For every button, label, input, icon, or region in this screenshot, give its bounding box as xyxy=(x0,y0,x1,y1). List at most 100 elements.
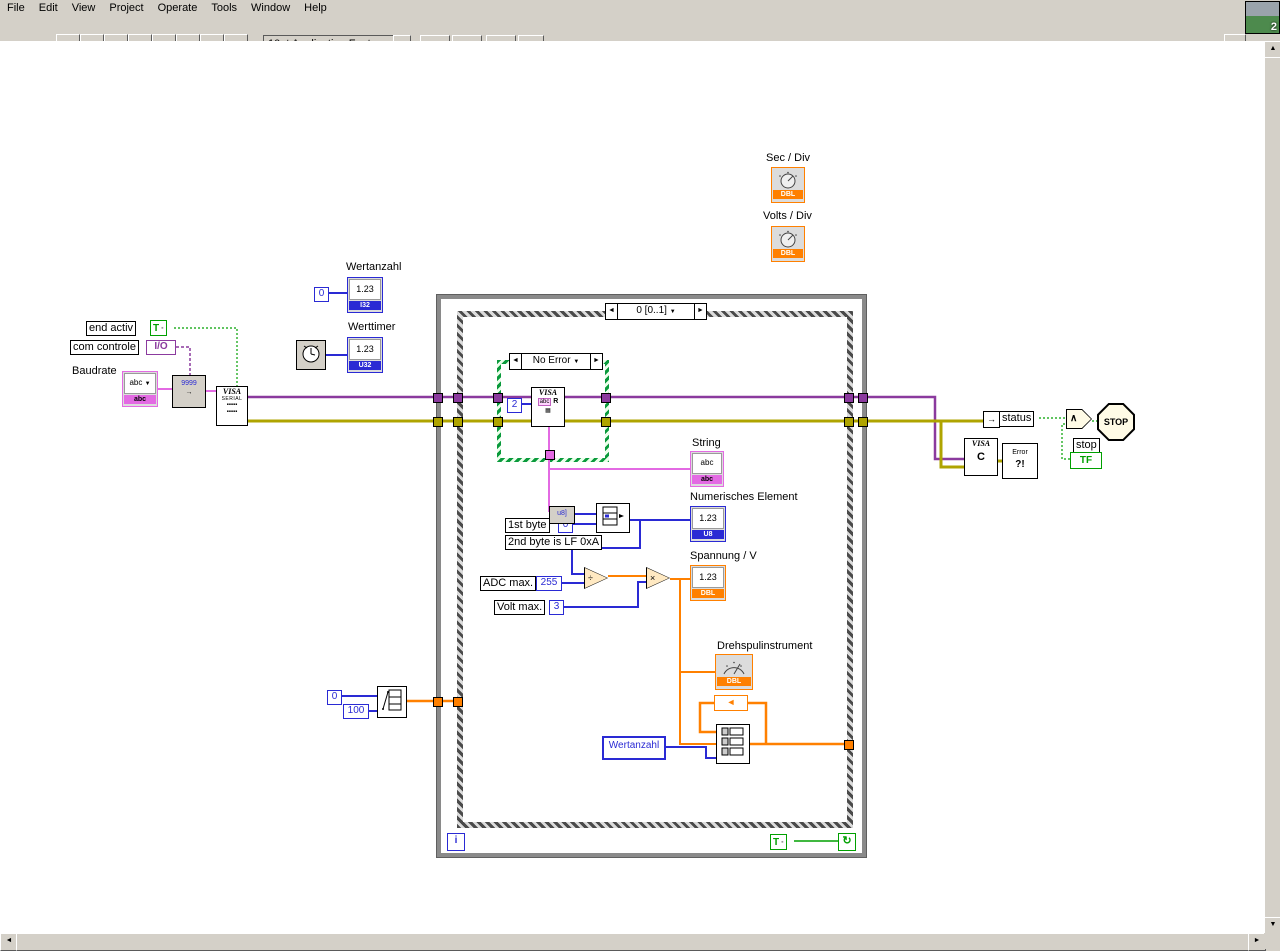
stop-function-node[interactable]: STOP xyxy=(1097,403,1135,441)
volts-div-knob-terminal[interactable]: DBL xyxy=(771,226,805,262)
terminal-value: abc xyxy=(692,453,722,474)
tunnel-visa[interactable] xyxy=(453,393,463,403)
byte-count-constant[interactable]: 2 xyxy=(507,398,522,413)
string-to-byte-array-node[interactable]: u8] xyxy=(549,506,575,524)
case-selector[interactable]: ◄ No Error ▼ ► xyxy=(509,353,603,370)
wertanzahl-local-variable[interactable]: Wertanzahl xyxy=(602,736,666,760)
loop-condition-terminal[interactable]: ↻ xyxy=(838,833,856,851)
visa-logo: VISA xyxy=(222,387,242,396)
tunnel-error[interactable] xyxy=(453,417,463,427)
iteration-terminal[interactable]: i xyxy=(447,833,465,851)
error-handler-node[interactable]: Error ?! xyxy=(1002,443,1038,479)
index-array-node[interactable] xyxy=(596,503,630,533)
drehspul-label: Drehspulinstrument xyxy=(717,640,813,652)
sec-div-knob-terminal[interactable]: DBL xyxy=(771,167,805,203)
vi-icon-badge: 2 xyxy=(1270,21,1277,33)
menu-file[interactable]: File xyxy=(0,0,32,16)
volts-div-label: Volts / Div xyxy=(763,210,812,222)
menu-edit[interactable]: Edit xyxy=(32,0,65,16)
baudrate-label: Baudrate xyxy=(72,365,117,377)
tunnel-visa[interactable] xyxy=(493,393,503,403)
feedback-node[interactable]: ◄ xyxy=(714,695,748,711)
visa-read-glyph: abc R xyxy=(537,398,559,406)
tunnel-array[interactable] xyxy=(844,740,854,750)
baudrate-ring-terminal[interactable]: abc ▼ abc xyxy=(122,371,158,407)
format-node[interactable]: 9999 → xyxy=(172,375,206,408)
case-prev-arrow[interactable]: ◄ xyxy=(510,354,521,369)
gauge-icon xyxy=(717,656,751,677)
visa-close-node[interactable]: VISA C xyxy=(964,438,998,476)
tunnel-visa[interactable] xyxy=(858,393,868,403)
divide-icon: ÷ xyxy=(585,568,607,588)
werttimer-indicator-terminal[interactable]: 1.23 U32 xyxy=(347,337,383,373)
tunnel-visa[interactable] xyxy=(433,393,443,403)
menu-view[interactable]: View xyxy=(65,0,103,16)
knob-icon xyxy=(773,169,803,190)
numeric-indicator-terminal[interactable]: 1.23 U8 xyxy=(690,506,726,542)
multiply-node[interactable]: × xyxy=(646,567,670,589)
werttimer-label: Werttimer xyxy=(348,321,396,333)
visa-configure-serial-node[interactable]: VISA SERIAL ▪▪▪▪▪ ▪▪▪▪▪ xyxy=(216,386,248,426)
terminal-type-strip: U32 xyxy=(349,361,381,370)
ramp-count-constant[interactable]: 100 xyxy=(343,704,369,719)
register-icon: ▦ xyxy=(545,408,551,414)
tunnel-ramp[interactable] xyxy=(433,697,443,707)
menu-window[interactable]: Window xyxy=(244,0,297,16)
build-array-node[interactable] xyxy=(716,724,750,764)
tunnel-error[interactable] xyxy=(844,417,854,427)
sequence-frame-selector[interactable]: ◄ 0 [0..1] ▼ ► xyxy=(605,303,707,320)
menu-operate[interactable]: Operate xyxy=(151,0,205,16)
divide-node[interactable]: ÷ xyxy=(584,567,608,589)
com-controle-label: com controle xyxy=(70,340,139,355)
tunnel-error[interactable] xyxy=(601,417,611,427)
tunnel-ramp[interactable] xyxy=(453,697,463,707)
tunnel-string[interactable] xyxy=(545,450,555,460)
sequence-prev-arrow[interactable]: ◄ xyxy=(606,304,617,319)
spannung-indicator-terminal[interactable]: 1.23 DBL xyxy=(690,565,726,601)
tunnel-error[interactable] xyxy=(493,417,503,427)
ramp-start-constant[interactable]: 0 xyxy=(327,690,342,705)
tunnel-error[interactable] xyxy=(858,417,868,427)
adc-max-constant[interactable]: 255 xyxy=(536,576,562,591)
case-dropdown-icon[interactable]: ▼ xyxy=(573,359,579,365)
case-next-arrow[interactable]: ► xyxy=(591,354,602,369)
close-glyph: C xyxy=(977,451,985,463)
wait-ms-node[interactable] xyxy=(296,340,326,370)
sequence-dropdown-icon[interactable]: ▼ xyxy=(670,309,676,315)
ramp-pattern-node[interactable] xyxy=(377,686,407,718)
tf-glyph: TF xyxy=(1079,455,1093,466)
unbundle-status-node[interactable]: → xyxy=(983,411,1000,428)
string-indicator-terminal[interactable]: abc abc xyxy=(690,451,724,487)
stop-boolean-terminal[interactable]: TF xyxy=(1070,452,1102,469)
tunnel-error[interactable] xyxy=(433,417,443,427)
menu-project[interactable]: Project xyxy=(102,0,150,16)
wertanzahl-init-constant[interactable]: 0 xyxy=(314,287,329,302)
stop-button-label: stop xyxy=(1073,438,1100,453)
vi-icon-pane[interactable]: 2 xyxy=(1245,1,1280,34)
terminal-type-strip: DBL xyxy=(717,677,751,686)
visa-resource-constant[interactable]: I/O xyxy=(146,340,176,355)
loop-true-constant[interactable]: T ▪ xyxy=(770,834,787,850)
end-activ-true-constant[interactable]: T ▪ xyxy=(150,320,167,336)
menu-tools[interactable]: Tools xyxy=(204,0,244,16)
volt-max-constant[interactable]: 3 xyxy=(549,600,564,615)
terminal-type-strip: DBL xyxy=(692,589,724,598)
vertical-scrollbar-thumb[interactable] xyxy=(1264,57,1280,919)
spannung-indicator-label: Spannung / V xyxy=(690,550,757,562)
case-label: No Error xyxy=(532,355,571,366)
second-byte-label: 2nd byte is LF 0xA xyxy=(505,535,603,550)
build-array-icon xyxy=(721,727,744,756)
drehspul-indicator-terminal[interactable]: DBL xyxy=(715,654,753,690)
visa-read-node[interactable]: VISA abc R ▦ xyxy=(531,387,565,427)
menu-help[interactable]: Help xyxy=(297,0,334,16)
and-gate-node[interactable]: ∧ xyxy=(1066,409,1092,429)
sequence-next-arrow[interactable]: ► xyxy=(695,304,706,319)
horizontal-scrollbar-thumb[interactable] xyxy=(16,933,1250,951)
terminal-type-strip: DBL xyxy=(773,190,803,199)
ring-dropdown-icon[interactable]: ▼ xyxy=(145,381,151,387)
visa-logo: VISA xyxy=(971,439,991,448)
wertanzahl-label: Wertanzahl xyxy=(346,261,402,273)
tunnel-visa[interactable] xyxy=(601,393,611,403)
wertanzahl-indicator-terminal[interactable]: 1.23 I32 xyxy=(347,277,383,313)
tunnel-visa[interactable] xyxy=(844,393,854,403)
